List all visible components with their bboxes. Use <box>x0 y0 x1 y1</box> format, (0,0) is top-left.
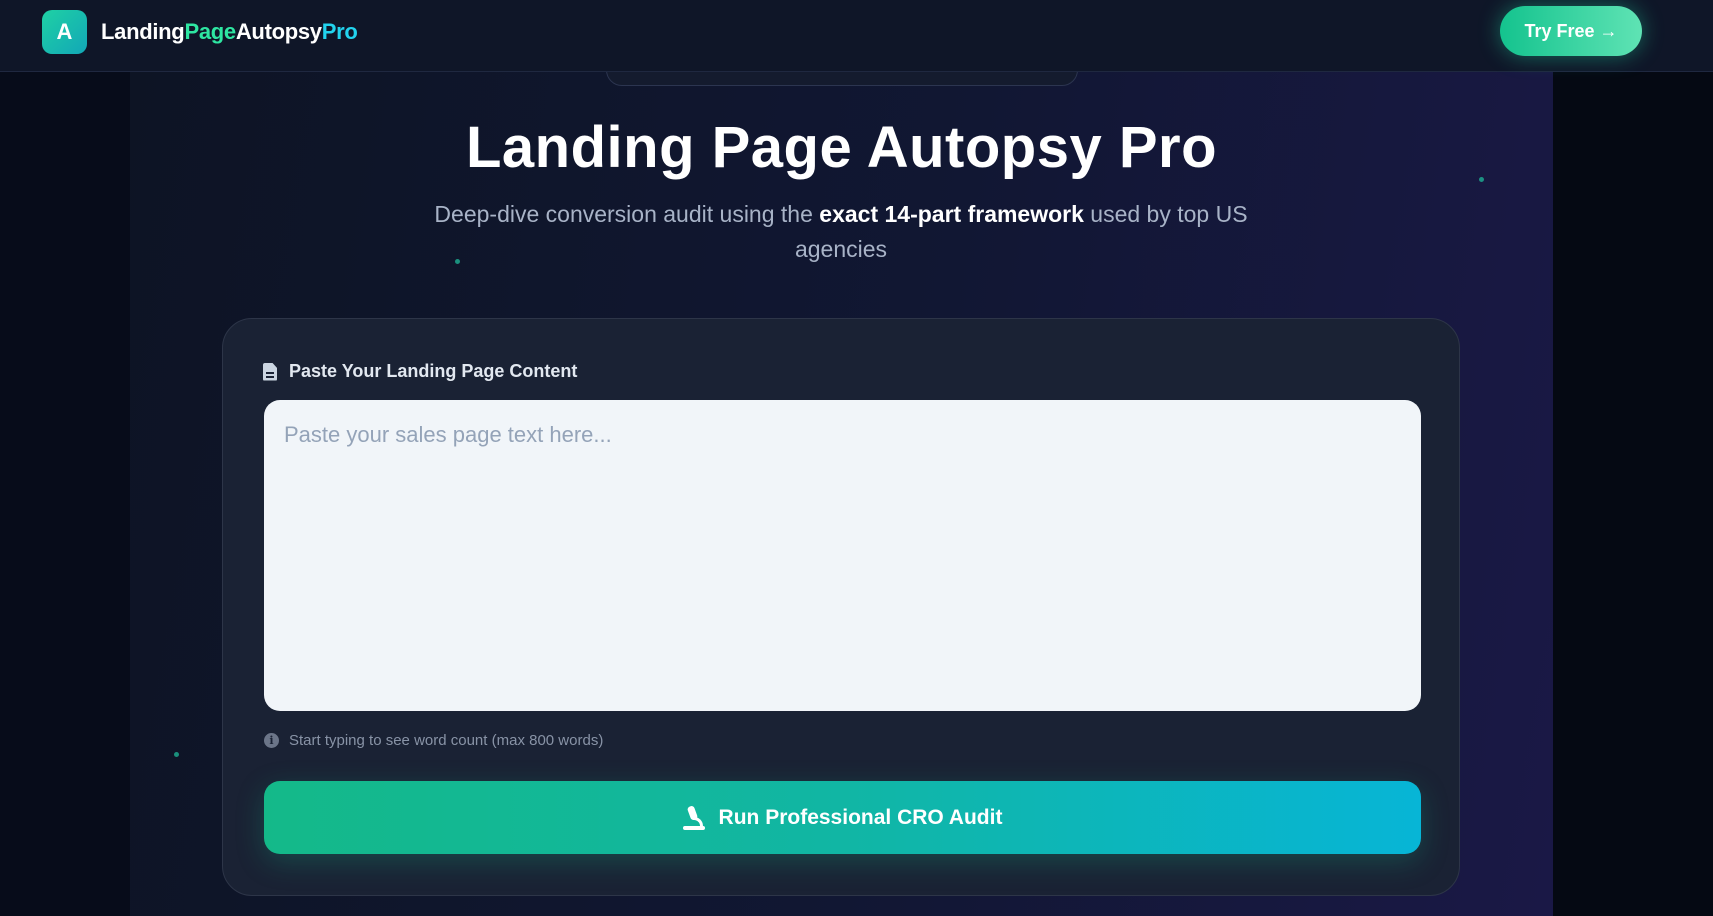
audit-form-card: Paste Your Landing Page Content i Start … <box>222 318 1460 896</box>
document-icon <box>263 362 277 381</box>
subtitle-highlight: exact 14-part framework <box>819 201 1084 227</box>
top-navbar: A LandingPageAutopsyPro Try Free → <box>0 0 1713 72</box>
decorative-particle <box>174 752 179 757</box>
logo-letter: A <box>56 19 73 44</box>
brand-name-part-pro: Pro <box>321 19 358 44</box>
microscope-icon <box>682 804 705 830</box>
run-audit-button-label: Run Professional CRO Audit <box>718 805 1003 829</box>
info-icon: i <box>264 733 279 748</box>
page-subtitle: Deep-dive conversion audit using the exa… <box>426 197 1256 267</box>
try-free-button[interactable]: Try Free → <box>1500 6 1642 56</box>
brand-name-part-page: Page <box>184 19 236 44</box>
brand-name[interactable]: LandingPageAutopsyPro <box>101 18 358 46</box>
brand-name-part-landing: Landing <box>101 19 185 44</box>
subtitle-text-start: Deep-dive conversion audit using the <box>434 201 820 227</box>
form-label-text: Paste Your Landing Page Content <box>289 361 578 381</box>
page-title: Landing Page Autopsy Pro <box>465 115 1218 180</box>
word-count-hint: i Start typing to see word count (max 80… <box>264 732 603 749</box>
landing-page-content-input[interactable] <box>264 400 1421 711</box>
brand-name-part-autopsy: Autopsy <box>235 19 322 44</box>
word-count-hint-text: Start typing to see word count (max 800 … <box>289 732 604 749</box>
form-label: Paste Your Landing Page Content <box>263 361 577 382</box>
run-audit-button[interactable]: Run Professional CRO Audit <box>264 781 1421 854</box>
logo-badge[interactable]: A <box>42 10 87 54</box>
